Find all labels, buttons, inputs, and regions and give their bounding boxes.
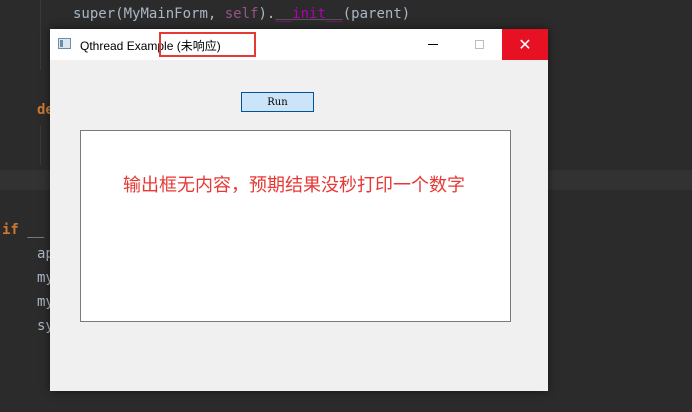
code-token: self <box>224 6 259 22</box>
code-token: ). <box>258 6 276 22</box>
minimize-button[interactable] <box>410 29 456 60</box>
code-token: if <box>2 222 19 238</box>
code-token: __ <box>18 222 45 238</box>
maximize-button[interactable] <box>456 29 502 60</box>
app-window-icon <box>58 38 71 49</box>
code-token: (MyMainForm, <box>115 6 225 22</box>
not-responding-highlight-box <box>159 32 256 57</box>
code-line-if: if __ <box>2 221 44 239</box>
close-icon: ✕ <box>518 34 532 54</box>
minimize-icon <box>428 44 438 45</box>
maximize-icon <box>474 40 484 49</box>
annotation-text: 输出框无内容，预期结果没秒打印一个数字 <box>123 175 465 196</box>
code-token: super <box>73 6 116 22</box>
code-token: __init__ <box>275 6 343 22</box>
qt-window: Qthread Example (未响应) ✕ Run 输出框无内容，预期结果没… <box>50 29 548 391</box>
indent-guide <box>40 125 41 165</box>
indent-guide <box>40 0 41 70</box>
close-button[interactable]: ✕ <box>502 29 548 60</box>
title-bar[interactable]: Qthread Example (未响应) ✕ <box>50 29 548 60</box>
code-token: (parent) <box>342 6 411 22</box>
code-line-super: super(MyMainForm, self).__init__(parent) <box>73 5 410 23</box>
output-text-box[interactable] <box>80 130 511 322</box>
run-button[interactable]: Run <box>241 92 314 112</box>
